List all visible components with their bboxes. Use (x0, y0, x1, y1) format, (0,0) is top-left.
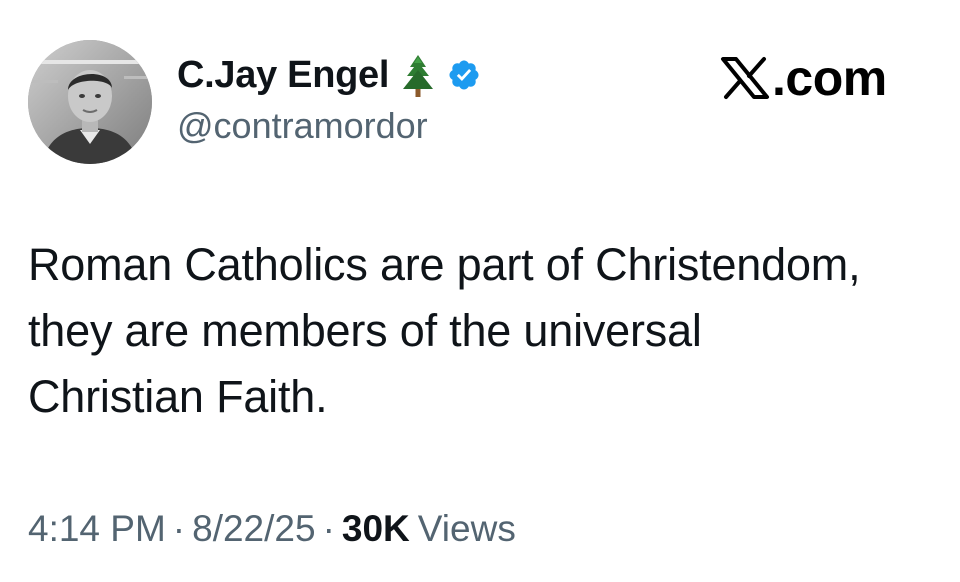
author-name-row: C.Jay Engel (177, 52, 481, 98)
author-handle[interactable]: @contramordor (177, 104, 428, 148)
x-logo-icon (721, 57, 769, 99)
views-label[interactable]: Views (418, 506, 516, 552)
avatar-photo (28, 40, 152, 164)
tweet-text: Roman Catholics are part of Christendom,… (28, 232, 938, 430)
author-display-name[interactable]: C.Jay Engel (177, 52, 389, 98)
tweet-text-line: Christian Faith. (28, 371, 328, 422)
tweet-date[interactable]: 8/22/25 (192, 506, 315, 552)
brand-logo: .com (720, 50, 887, 106)
tweet-card[interactable]: C.Jay Engel @contramordor .com Roman Cat… (0, 0, 960, 582)
tweet-text-line: they are members of the universal (28, 305, 702, 356)
avatar[interactable] (28, 40, 152, 164)
evergreen-tree-icon (403, 55, 434, 97)
brand-domain-text: .com (772, 50, 887, 106)
meta-separator: · (172, 508, 186, 549)
meta-separator: · (322, 508, 335, 549)
tweet-text-line: Roman Catholics are part of Christendom, (28, 239, 861, 290)
verified-badge-icon[interactable] (447, 58, 481, 92)
views-count[interactable]: 30K (342, 506, 410, 552)
tweet-time[interactable]: 4:14 PM (28, 506, 166, 552)
tweet-meta: 4:14 PM · 8/22/25 · 30K Views (28, 506, 516, 552)
